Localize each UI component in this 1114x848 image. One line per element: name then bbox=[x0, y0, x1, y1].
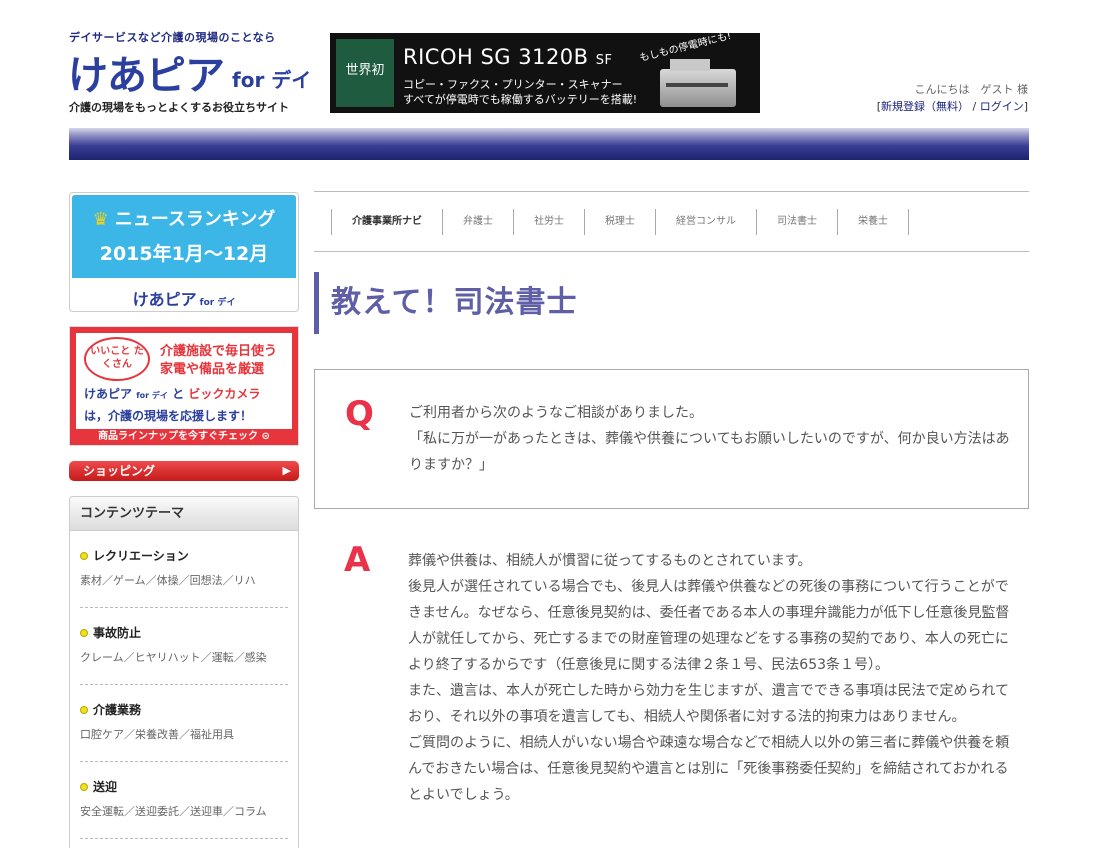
tab-management-consultant[interactable]: 経営コンサル bbox=[655, 208, 757, 235]
ad-partner-for: for デイ bbox=[136, 391, 168, 400]
question-line: 「私に万が一があったときは、葬儀や供養についてもお願いしたいのですが、何か良い方… bbox=[409, 431, 1010, 473]
category-tabs: 介護事業所ナビ 弁護士 社労士 税理士 経営コンサル 司法書士 栄養士 bbox=[314, 191, 1029, 252]
biccamera-ad-banner[interactable]: いいこと たくさん 介護施設で毎日使う 家電や備品を厳選 けあピア for デイ… bbox=[69, 326, 299, 446]
ranking-logo-main: けあピア bbox=[132, 290, 197, 309]
theme-title-text: 送迎 bbox=[93, 780, 118, 794]
auth-links: [新規登録（無料） / ログイン] bbox=[876, 100, 1028, 113]
printer-icon bbox=[660, 59, 736, 107]
tab-labor-consultant[interactable]: 社労士 bbox=[513, 208, 585, 235]
theme-title-text: レクリエーション bbox=[93, 549, 189, 563]
question-box: Q ご利用者から次のようなご相談がありました。 「私に万が一があったときは、葬儀… bbox=[314, 369, 1029, 509]
ad-bubble: いいこと たくさん bbox=[84, 337, 150, 381]
ad-cta-label: 商品ラインナップを今すぐチェック bbox=[98, 431, 259, 442]
tab-tax-accountant[interactable]: 税理士 bbox=[584, 208, 656, 235]
news-ranking-banner[interactable]: ♛ ニュースランキング 2015年1月〜12月 けあピア for デイ bbox=[69, 192, 299, 312]
ad-inner: いいこと たくさん 介護施設で毎日使う 家電や備品を厳選 けあピア for デイ… bbox=[76, 333, 292, 429]
theme-item-sub[interactable]: 安全運転／送迎委託／送迎車／コラム bbox=[80, 803, 288, 819]
ad-partner-brand: ビックカメラ bbox=[188, 387, 261, 401]
ranking-header: ♛ ニュースランキング 2015年1月〜12月 bbox=[72, 195, 296, 278]
tab-care-navi[interactable]: 介護事業所ナビ bbox=[331, 208, 443, 235]
theme-item-sub[interactable]: 口腔ケア／栄養改善／福祉用具 bbox=[80, 726, 288, 742]
ad-partner-line: けあピア for デイ と ビックカメラ bbox=[84, 385, 260, 402]
answer-paragraph: 葬儀や供養は、相続人が慣習に従ってするものとされています。 bbox=[408, 553, 812, 569]
greeting: こんにちは ゲスト 様 bbox=[914, 83, 1029, 96]
site-logo[interactable]: けあピア for デイ bbox=[68, 44, 311, 96]
theme-item-sub[interactable]: クレーム／ヒヤリハット／運転／感染 bbox=[80, 649, 288, 665]
bullet-dot-icon bbox=[80, 783, 88, 791]
global-nav-bar bbox=[69, 128, 1029, 160]
content-theme-box: コンテンツテーマ レクリエーション 素材／ゲーム／体操／回想法／リハ 事故防止 … bbox=[69, 496, 299, 848]
circle-arrow-icon: ⊙ bbox=[261, 431, 270, 442]
answer-paragraph: ご質問のように、相続人がいない場合や疎遠な場合などで相続人以外の第三者に葬儀や供… bbox=[408, 735, 1010, 803]
ad-headline-2: 家電や備品を厳選 bbox=[160, 362, 265, 378]
question-body: ご利用者から次のようなご相談がありました。 「私に万が一があったときは、葬儀や供… bbox=[409, 400, 1019, 478]
theme-title-text: 介護業務 bbox=[93, 703, 142, 717]
answer-mark-label: A bbox=[344, 540, 371, 580]
banner-title: RICOH SG 3120B SF bbox=[403, 45, 613, 69]
theme-item-title[interactable]: レクリエーション bbox=[80, 547, 288, 564]
tab-nutritionist[interactable]: 栄養士 bbox=[837, 208, 909, 235]
ad-cta[interactable]: 商品ラインナップを今すぐチェック ⊙ bbox=[70, 429, 298, 445]
logo-for-text: for デイ bbox=[232, 68, 312, 92]
shopping-label: ショッピング bbox=[83, 464, 156, 478]
theme-item-sub[interactable]: 素材／ゲーム／体操／回想法／リハ bbox=[80, 572, 288, 588]
ranking-title-row: ♛ ニュースランキング bbox=[72, 205, 296, 231]
answer-paragraph: また、遺言は、本人が死亡した時から効力を生じますが、遺言でできる事項は民法で定め… bbox=[408, 683, 1010, 725]
page-title: 教えて！司法書士 bbox=[314, 272, 578, 334]
theme-item-title[interactable]: 事故防止 bbox=[80, 624, 288, 641]
banner-line-1: コピー・ファクス・プリンター・スキャナー bbox=[403, 78, 623, 91]
answer-paragraph: 後見人が選任されている場合でも、後見人は葬儀や供養などの死後の事務について行うこ… bbox=[408, 579, 1010, 673]
question-line: ご利用者から次のようなご相談がありました。 bbox=[409, 405, 703, 421]
banner-title-main: RICOH SG 3120B bbox=[403, 45, 589, 69]
ad-support-line: は，介護の現場を応援します！ bbox=[84, 409, 253, 423]
ranking-logo: けあピア for デイ bbox=[72, 286, 296, 310]
bullet-dot-icon bbox=[80, 629, 88, 637]
ranking-title: ニュースランキング bbox=[114, 209, 276, 230]
tab-lawyer[interactable]: 弁護士 bbox=[442, 208, 514, 235]
site-subtitle: 介護の現場をもっとよくするお役立ちサイト bbox=[69, 101, 289, 114]
theme-item-recreation[interactable]: レクリエーション 素材／ゲーム／体操／回想法／リハ bbox=[80, 531, 288, 608]
ad-partner-logo: けあピア bbox=[84, 387, 133, 401]
register-link[interactable]: 新規登録（無料） bbox=[881, 100, 969, 113]
answer-body: 葬儀や供養は、相続人が慣習に従ってするものとされています。 後見人が選任されてい… bbox=[408, 548, 1018, 808]
bullet-dot-icon bbox=[80, 552, 88, 560]
theme-title-text: 事故防止 bbox=[93, 626, 142, 640]
ad-banner-ricoh[interactable]: 世界初 RICOH SG 3120B SF コピー・ファクス・プリンター・スキャ… bbox=[330, 33, 760, 113]
content-theme-heading: コンテンツテーマ bbox=[70, 497, 298, 531]
login-link[interactable]: ログイン bbox=[980, 100, 1024, 113]
banner-badge: 世界初 bbox=[336, 39, 394, 107]
shopping-button[interactable]: ショッピング ▶ bbox=[69, 461, 299, 481]
theme-item-transport[interactable]: 送迎 安全運転／送迎委託／送迎車／コラム bbox=[80, 762, 288, 839]
crown-icon: ♛ bbox=[92, 209, 109, 230]
arrow-right-icon: ▶ bbox=[282, 464, 291, 477]
banner-title-suffix: SF bbox=[595, 53, 613, 68]
site-tagline: デイサービスなど介護の現場のことなら bbox=[69, 31, 276, 44]
theme-item-title[interactable]: 介護業務 bbox=[80, 701, 288, 718]
ad-headline-1: 介護施設で毎日使う bbox=[160, 344, 278, 359]
tab-judicial-scrivener[interactable]: 司法書士 bbox=[756, 208, 838, 235]
ranking-logo-for: for デイ bbox=[199, 298, 236, 308]
ad-partner-and: と bbox=[172, 387, 185, 401]
theme-item-accident-prevention[interactable]: 事故防止 クレーム／ヒヤリハット／運転／感染 bbox=[80, 608, 288, 685]
banner-line-2: すべてが停電時でも稼働するバッテリーを搭載! bbox=[403, 93, 638, 106]
question-mark-label: Q bbox=[345, 394, 374, 434]
theme-item-care-work[interactable]: 介護業務 口腔ケア／栄養改善／福祉用具 bbox=[80, 685, 288, 762]
bullet-dot-icon bbox=[80, 706, 88, 714]
ranking-period: 2015年1月〜12月 bbox=[99, 243, 269, 265]
logo-main-text: けあピア bbox=[68, 53, 225, 99]
ad-headline: 介護施設で毎日使う 家電や備品を厳選 bbox=[160, 343, 277, 379]
theme-item-title[interactable]: 送迎 bbox=[80, 778, 288, 795]
